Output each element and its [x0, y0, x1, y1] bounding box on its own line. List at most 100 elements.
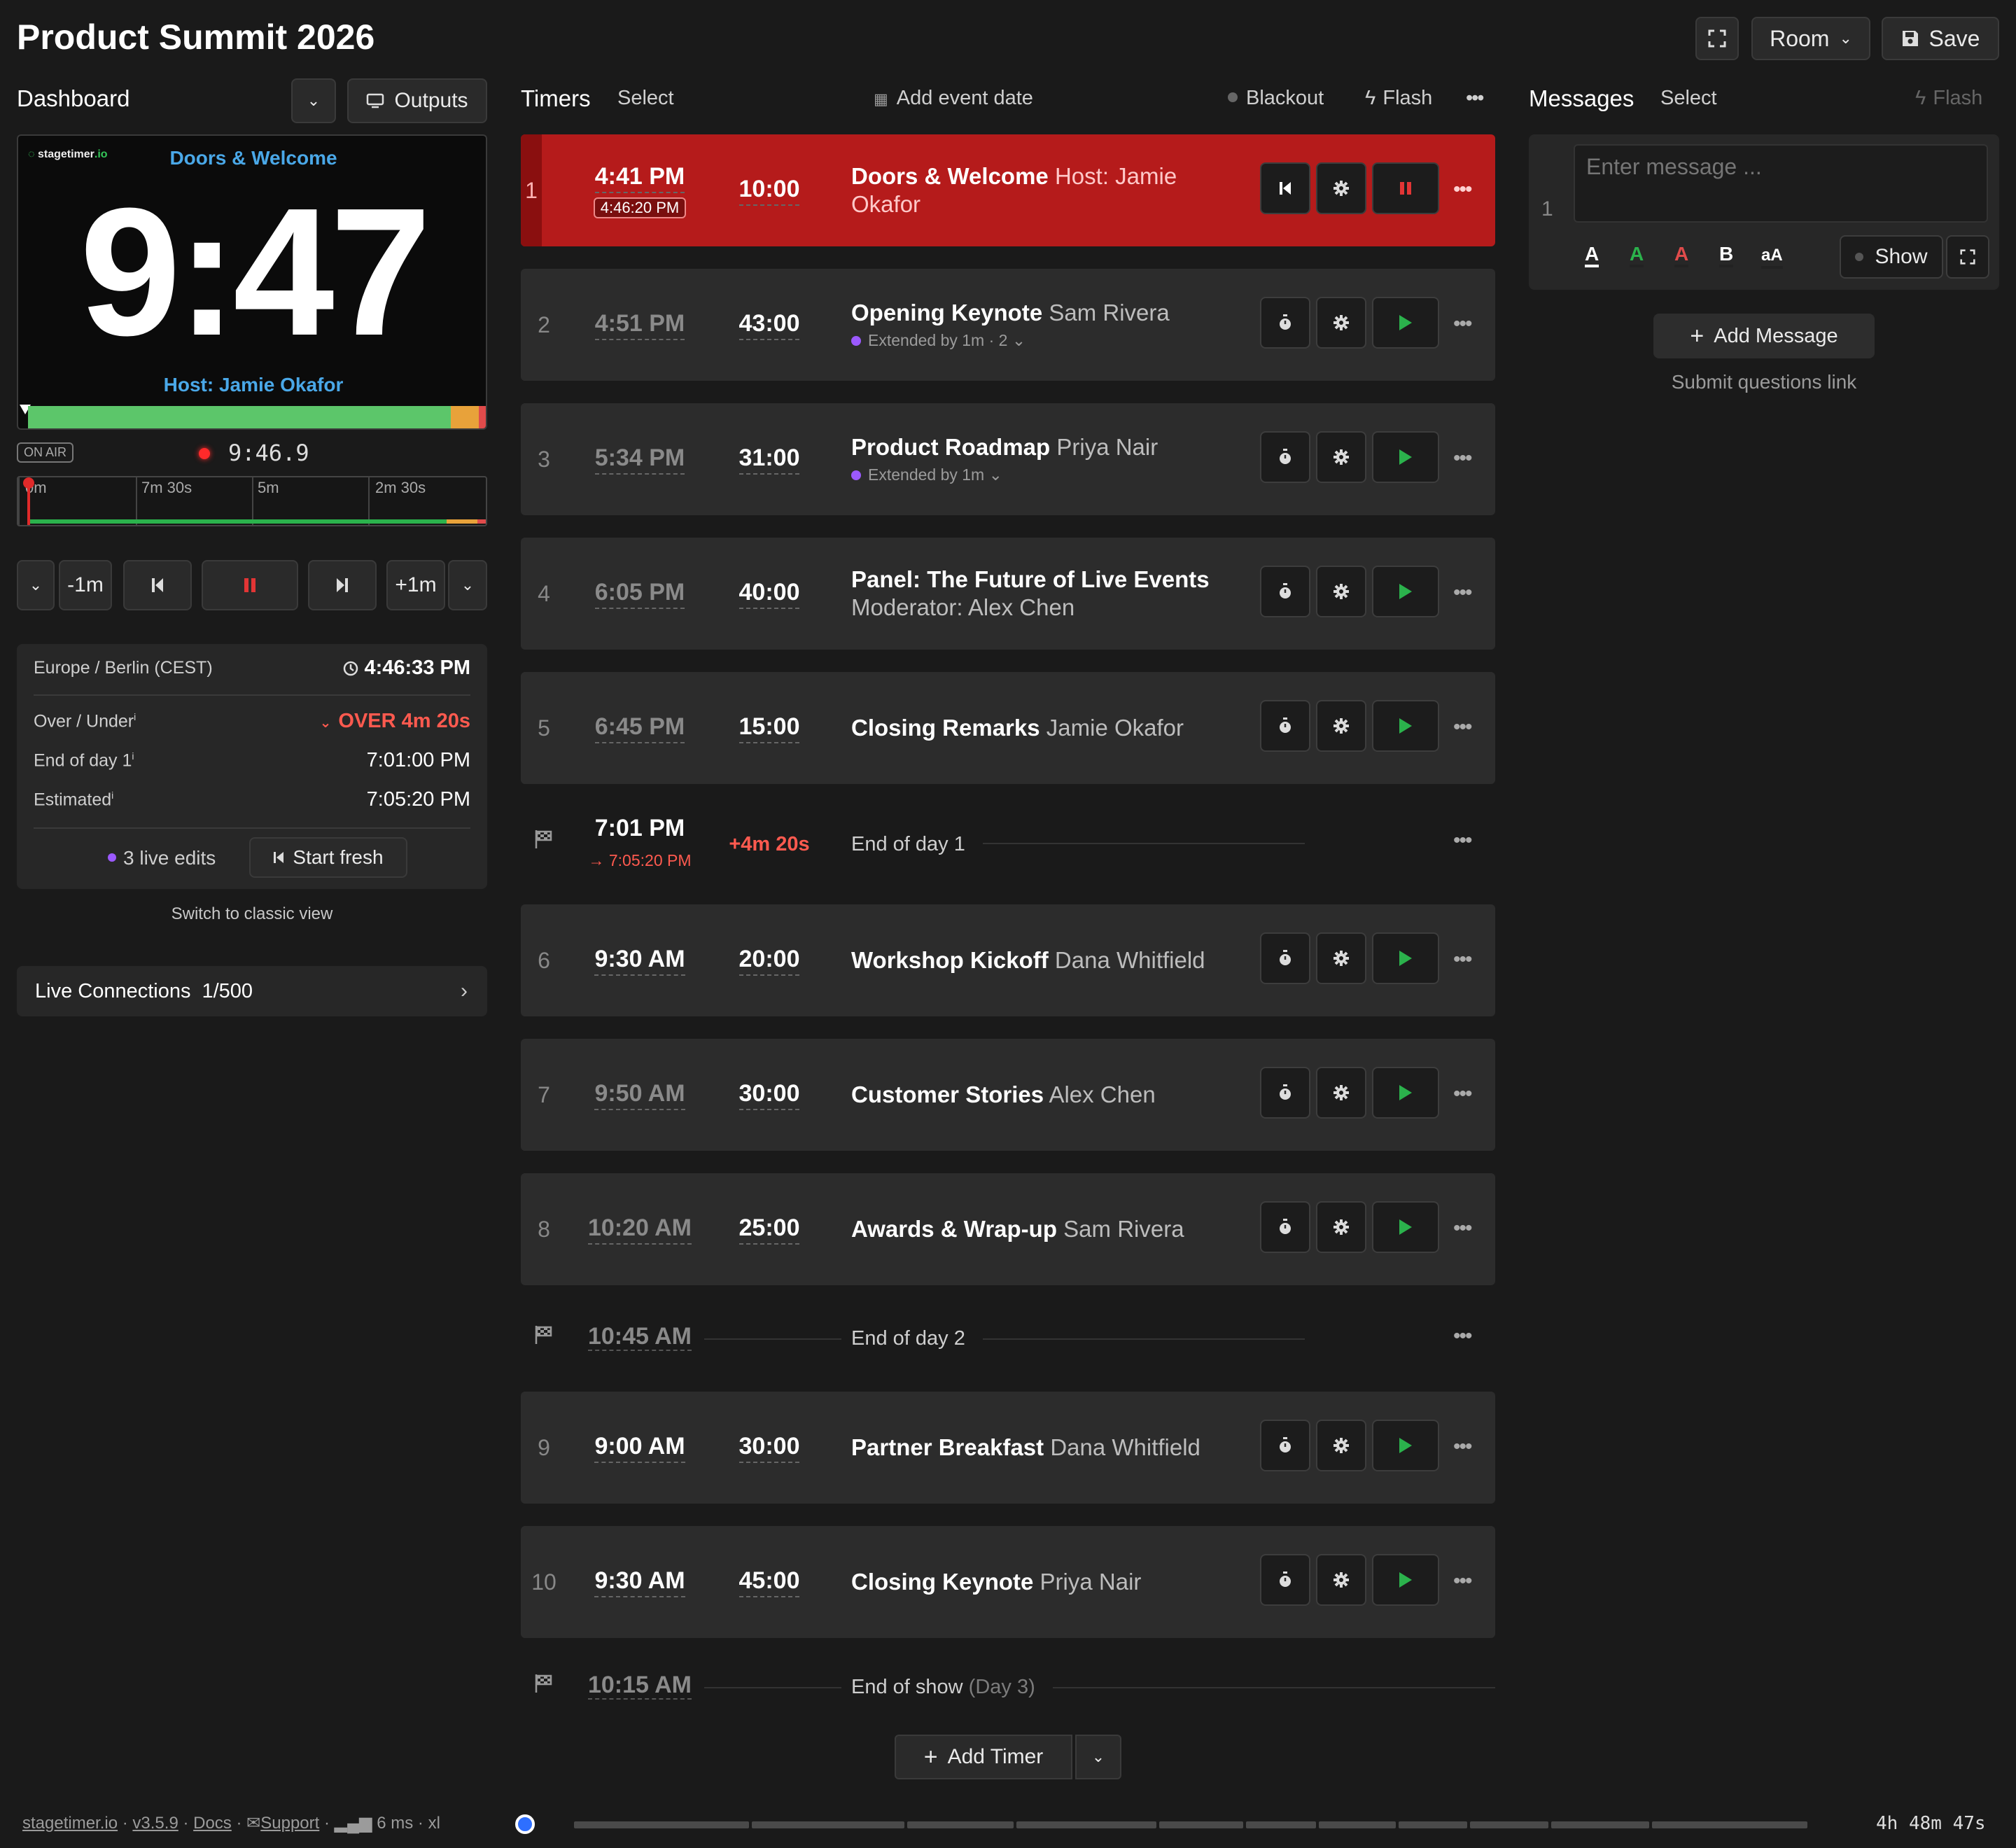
timers-select-button[interactable]: Select — [617, 87, 674, 110]
timer-title[interactable]: Closing Remarks Jamie Okafor — [851, 672, 1215, 784]
plus-one-minute-button[interactable]: +1m — [386, 560, 445, 610]
submit-questions-link[interactable]: Submit questions link — [1529, 371, 1999, 393]
timer-start[interactable]: 6:05 PM — [577, 538, 703, 650]
day-end-more-icon[interactable]: ••• — [1453, 1324, 1472, 1348]
timer-row[interactable]: 9 9:00 AM 30:00 Partner Breakfast Dana Whit… — [521, 1392, 1495, 1504]
text-size-icon[interactable]: aA — [1761, 245, 1783, 269]
timer-start[interactable]: 4:51 PM — [577, 269, 703, 381]
timer-start[interactable]: 10:20 AM — [577, 1173, 703, 1285]
site-link[interactable]: stagetimer.io — [22, 1814, 118, 1833]
timer-row[interactable]: 3 5:34 PM 31:00 Product Roadmap Priya Nair E… — [521, 403, 1495, 515]
timer-duration[interactable]: 31:00 — [710, 403, 829, 515]
messages-flash-button[interactable]: ϟ Flash — [1915, 87, 1982, 110]
switch-classic-view-link[interactable]: Switch to classic view — [17, 904, 487, 924]
message-input[interactable] — [1574, 144, 1988, 223]
timer-title[interactable]: Panel: The Future of Live Events Moderat… — [851, 538, 1215, 650]
play-timer-button[interactable] — [1372, 566, 1439, 617]
timer-settings-button[interactable] — [1316, 1420, 1366, 1471]
timer-more-icon[interactable]: ••• — [1453, 1569, 1472, 1593]
stopwatch-button[interactable] — [1260, 566, 1310, 617]
blackout-button[interactable]: Blackout — [1228, 87, 1324, 110]
message-fullscreen-button[interactable] — [1946, 235, 1989, 279]
day-end-time[interactable]: 10:15 AM — [577, 1672, 703, 1700]
timer-duration[interactable]: 45:00 — [710, 1526, 829, 1638]
timer-title[interactable]: Workshop Kickoff Dana Whitfield — [851, 904, 1215, 1016]
play-timer-button[interactable] — [1372, 297, 1439, 349]
timer-start[interactable]: 4:41 PM 4:46:20 PM — [577, 134, 703, 246]
play-timer-button[interactable] — [1372, 700, 1439, 752]
play-timer-button[interactable] — [1372, 1201, 1439, 1253]
text-color-red-button[interactable]: A — [1674, 244, 1689, 267]
save-button[interactable]: Save — [1882, 17, 1999, 60]
timer-more-icon[interactable]: ••• — [1453, 178, 1472, 202]
add-timer-button[interactable]: + Add Timer — [895, 1735, 1072, 1779]
minus-options-button[interactable]: ⌄ — [17, 560, 55, 610]
timer-duration[interactable]: 30:00 — [710, 1039, 829, 1151]
timer-more-icon[interactable]: ••• — [1453, 1435, 1472, 1459]
timer-row[interactable]: 10 9:30 AM 45:00 Closing Keynote Priya Nair… — [521, 1526, 1495, 1638]
timers-more-icon[interactable]: ••• — [1466, 87, 1485, 110]
timer-title[interactable]: Product Roadmap Priya Nair Extended by 1m… — [851, 403, 1215, 515]
timer-title[interactable]: Opening Keynote Sam Rivera Extended by 1m… — [851, 269, 1215, 381]
timer-row[interactable]: 7 9:50 AM 30:00 Customer Stories Alex Chen •… — [521, 1039, 1495, 1151]
timer-start[interactable]: 9:00 AM — [577, 1392, 703, 1504]
day-end-time[interactable]: 10:45 AM — [577, 1323, 703, 1351]
next-button[interactable] — [308, 560, 377, 610]
play-timer-button[interactable] — [1372, 1067, 1439, 1119]
stopwatch-button[interactable] — [1260, 700, 1310, 752]
stopwatch-button[interactable] — [1260, 932, 1310, 984]
overview-timeline[interactable] — [539, 1821, 1842, 1828]
day-end-more-icon[interactable]: ••• — [1453, 829, 1472, 853]
timer-row[interactable]: 6 9:30 AM 20:00 Workshop Kickoff Dana Whitf… — [521, 904, 1495, 1016]
reset-timer-button[interactable] — [1260, 162, 1310, 214]
timer-settings-button[interactable] — [1316, 1201, 1366, 1253]
timer-title[interactable]: Closing Keynote Priya Nair — [851, 1526, 1215, 1638]
timer-start[interactable]: 6:45 PM — [577, 672, 703, 784]
timer-more-icon[interactable]: ••• — [1453, 1082, 1472, 1106]
plus-options-button[interactable]: ⌄ — [448, 560, 487, 610]
version-link[interactable]: v3.5.9 — [132, 1814, 178, 1833]
timer-duration[interactable]: 15:00 — [710, 672, 829, 784]
over-under-value[interactable]: ⌄ OVER 4m 20s — [320, 710, 470, 733]
timer-settings-button[interactable] — [1316, 1554, 1366, 1606]
timer-more-icon[interactable]: ••• — [1453, 948, 1472, 972]
play-timer-button[interactable] — [1372, 431, 1439, 483]
fullscreen-button[interactable] — [1695, 17, 1739, 60]
messages-select-button[interactable]: Select — [1660, 87, 1717, 110]
timer-start[interactable]: 9:50 AM — [577, 1039, 703, 1151]
timer-settings-button[interactable] — [1316, 932, 1366, 984]
timer-start[interactable]: 9:30 AM — [577, 904, 703, 1016]
bold-button[interactable]: B — [1719, 244, 1734, 267]
timer-duration[interactable]: 30:00 — [710, 1392, 829, 1504]
timer-row[interactable]: 4 6:05 PM 40:00 Panel: The Future of Live E… — [521, 538, 1495, 650]
timer-settings-button[interactable] — [1316, 162, 1366, 214]
timer-extended-note[interactable]: Extended by 1m ⌄ — [851, 464, 1215, 485]
timer-settings-button[interactable] — [1316, 700, 1366, 752]
live-edits[interactable]: 3 live edits — [108, 847, 216, 869]
dashboard-menu-button[interactable]: ⌄ — [291, 78, 336, 123]
flash-button[interactable]: ϟ Flash — [1365, 87, 1432, 110]
stopwatch-button[interactable] — [1260, 1554, 1310, 1606]
stopwatch-button[interactable] — [1260, 297, 1310, 349]
minus-one-minute-button[interactable]: -1m — [59, 560, 112, 610]
overview-playhead-icon[interactable] — [515, 1814, 535, 1834]
timer-settings-button[interactable] — [1316, 297, 1366, 349]
timer-settings-button[interactable] — [1316, 1067, 1366, 1119]
text-color-green-button[interactable]: A — [1630, 244, 1644, 267]
timer-more-icon[interactable]: ••• — [1453, 447, 1472, 470]
timer-title[interactable]: Partner Breakfast Dana Whitfield — [851, 1392, 1215, 1504]
support-link[interactable]: Support — [260, 1814, 319, 1833]
timer-duration[interactable]: 10:00 — [710, 134, 829, 246]
timer-more-icon[interactable]: ••• — [1453, 1217, 1472, 1240]
docs-link[interactable]: Docs — [193, 1814, 232, 1833]
stopwatch-button[interactable] — [1260, 1420, 1310, 1471]
timer-title[interactable]: Customer Stories Alex Chen — [851, 1039, 1215, 1151]
timer-duration[interactable]: 43:00 — [710, 269, 829, 381]
timer-row[interactable]: 2 4:51 PM 43:00 Opening Keynote Sam Rivera E… — [521, 269, 1495, 381]
previous-button[interactable] — [123, 560, 192, 610]
timer-settings-button[interactable] — [1316, 431, 1366, 483]
timer-start[interactable]: 5:34 PM — [577, 403, 703, 515]
play-timer-button[interactable] — [1372, 932, 1439, 984]
timer-row[interactable]: 5 6:45 PM 15:00 Closing Remarks Jamie Okafo… — [521, 672, 1495, 784]
pause-timer-button[interactable] — [1372, 162, 1439, 214]
